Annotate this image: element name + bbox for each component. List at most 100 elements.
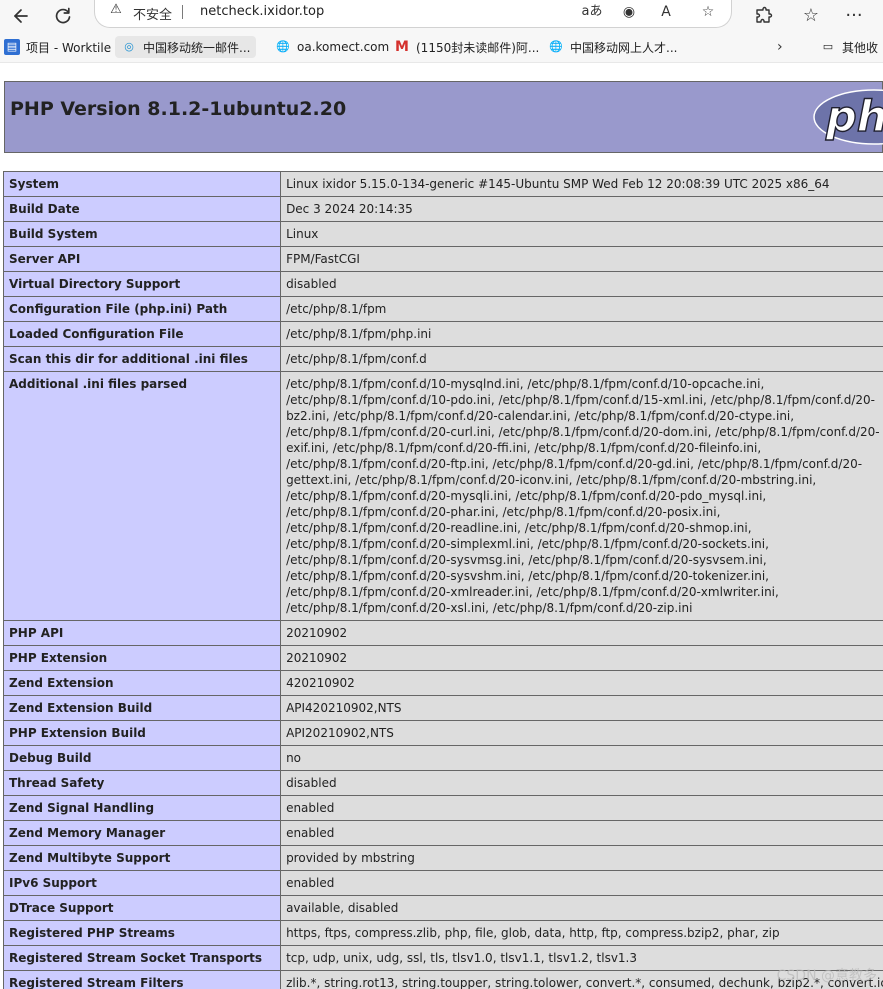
url-text[interactable]: netcheck.ixidor.top — [200, 4, 324, 19]
table-row: Zend Signal Handling enabled — [2, 795, 883, 821]
extension-icon[interactable]: ◉ — [618, 2, 640, 22]
row-value: enabled — [280, 795, 883, 821]
table-row: Build Date Dec 3 2024 20:14:35 — [2, 196, 883, 222]
china-mobile-icon: ◎ — [124, 40, 134, 53]
php-logo-icon[interactable]: php — [810, 88, 883, 146]
table-row: Registered PHP Streams https, ftps, compr… — [2, 920, 883, 946]
row-key: Build Date — [2, 196, 282, 222]
arrow-left-icon — [14, 9, 28, 23]
row-key: Zend Multibyte Support — [2, 845, 282, 871]
bookmark-label: 中国移动网上人才... — [570, 40, 678, 55]
row-value: Dec 3 2024 20:14:35 — [280, 196, 883, 222]
row-key: Loaded Configuration File — [2, 321, 282, 347]
row-key: Configuration File (php.ini) Path — [2, 296, 282, 322]
row-key: DTrace Support — [2, 895, 282, 921]
bookmark-oa-komect[interactable]: 🌐 oa.komect.com — [275, 36, 389, 58]
table-row: Additional .ini files parsed/etc/php/8.1… — [2, 371, 883, 621]
row-key: System — [2, 171, 282, 197]
table-row: Scan this dir for additional .ini files /… — [2, 346, 883, 372]
row-value: disabled — [280, 770, 883, 796]
table-row: Configuration File (php.ini) Path/etc/ph… — [2, 296, 883, 322]
insecure-label: 不安全 — [133, 8, 173, 23]
row-value: /etc/php/8.1/fpm/php.ini — [280, 321, 883, 347]
phpinfo-table: System Linux ixidor 5.15.0-134-generic #1… — [2, 171, 883, 989]
row-value: available, disabled — [280, 895, 883, 921]
bookmark-label: oa.komect.com — [297, 40, 390, 54]
bookmarks-overflow-button[interactable]: › — [777, 36, 783, 58]
table-row: PHP Extension Build API20210902,NTS — [2, 720, 883, 746]
bookmark-label: 其他收 — [842, 40, 879, 55]
row-value: Linux ixidor 5.15.0-134-generic #145-Ubu… — [280, 171, 883, 197]
row-value: https, ftps, compress.zlib, php, file, g… — [280, 920, 883, 946]
page-title: PHP Version 8.1.2-1ubuntu2.20 — [10, 98, 347, 120]
table-row: Zend Extension Build API420210902,NTS — [2, 695, 883, 721]
bookmark-talent-portal[interactable]: 🌐 中国移动网上人才... — [548, 36, 677, 58]
row-value: no — [280, 745, 883, 771]
table-row: PHP API 20210902 — [2, 620, 883, 646]
table-row: Build System Linux — [2, 221, 883, 247]
row-key: PHP Extension Build — [2, 720, 282, 746]
row-value: disabled — [280, 271, 883, 297]
watermark: CSDN @意教多 — [776, 968, 877, 984]
row-key: Scan this dir for additional .ini files — [2, 346, 282, 372]
bookmarks-bar: ▤ 项目 - Worktile ◎ 中国移动统一邮件... 🌐 oa.komec… — [0, 32, 883, 63]
row-key: Zend Extension — [2, 670, 282, 696]
favorite-icon[interactable]: ☆ — [697, 2, 719, 22]
refresh-icon — [55, 7, 71, 24]
menu-button[interactable]: ··· — [841, 3, 867, 29]
mail-icon: M — [395, 39, 409, 55]
address-bar[interactable]: ⚠ 不安全 netcheck.ixidor.top aあ ◉ A ☆ — [94, 0, 732, 28]
table-row: Server API FPM/FastCGI — [2, 246, 883, 272]
bookmark-label: (1150封未读邮件)阿... — [416, 40, 540, 55]
address-separator — [182, 5, 183, 19]
row-key: Server API — [2, 246, 282, 272]
browser-toolbar: ⚠ 不安全 netcheck.ixidor.top aあ ◉ A ☆ ☆ ··· — [0, 0, 883, 33]
folder-icon: ▭ — [822, 40, 834, 53]
row-value: provided by mbstring — [280, 845, 883, 871]
table-row: Debug Build no — [2, 745, 883, 771]
more-icon: ··· — [845, 5, 863, 26]
table-row: Registered Stream Socket Transports tcp, … — [2, 945, 883, 971]
globe-icon: 🌐 — [276, 40, 290, 53]
table-row: DTrace Support available, disabled — [2, 895, 883, 921]
worktile-icon: ▤ — [4, 39, 20, 55]
row-key: Registered Stream Filters — [2, 970, 282, 989]
table-row: Zend Extension 420210902 — [2, 670, 883, 696]
table-row: Zend Multibyte Support provided by mbstri… — [2, 845, 883, 871]
bookmark-aliyun-mail[interactable]: M (1150封未读邮件)阿... — [394, 36, 539, 58]
row-key: Registered Stream Socket Transports — [2, 945, 282, 971]
page-content: PHP Version 8.1.2-1ubuntu2.20 php System… — [0, 63, 883, 989]
row-key: Registered PHP Streams — [2, 920, 282, 946]
bookmark-china-mobile-mail[interactable]: ◎ 中国移动统一邮件... — [115, 36, 257, 58]
row-value: /etc/php/8.1/fpm/conf.d/10-mysqlnd.ini, … — [280, 371, 883, 621]
table-row: Virtual Directory Support disabled — [2, 271, 883, 297]
warning-icon: ⚠ — [110, 2, 122, 17]
row-key: IPv6 Support — [2, 870, 282, 896]
extensions-button[interactable] — [750, 3, 776, 29]
phpinfo-header: PHP Version 8.1.2-1ubuntu2.20 php — [4, 81, 883, 153]
row-value: Linux — [280, 221, 883, 247]
puzzle-icon — [756, 6, 773, 23]
row-key: PHP API — [2, 620, 282, 646]
table-row: System Linux ixidor 5.15.0-134-generic #1… — [2, 171, 883, 197]
table-row: PHP Extension 20210902 — [2, 645, 883, 671]
bookmark-label: 中国移动统一邮件... — [143, 40, 251, 55]
row-value: 420210902 — [280, 670, 883, 696]
collections-icon: ☆ — [802, 5, 820, 26]
bookmark-worktile[interactable]: ▤ 项目 - Worktile — [4, 36, 111, 58]
collections-button[interactable]: ☆ — [798, 3, 824, 29]
row-value: API420210902,NTS — [280, 695, 883, 721]
other-bookmarks[interactable]: ▭ 其他收 — [820, 36, 878, 58]
translate-icon[interactable]: aあ — [581, 2, 603, 22]
row-key: Additional .ini files parsed — [2, 371, 282, 621]
table-row: IPv6 Support enabled — [2, 870, 883, 896]
refresh-button[interactable] — [50, 3, 76, 29]
back-button[interactable] — [6, 3, 32, 29]
chevron-right-icon: › — [777, 39, 783, 55]
read-aloud-icon[interactable]: A — [655, 2, 677, 22]
row-key: Debug Build — [2, 745, 282, 771]
bookmark-label: 项目 - Worktile — [26, 40, 112, 55]
row-key: Zend Signal Handling — [2, 795, 282, 821]
table-row: Thread Safety disabled — [2, 770, 883, 796]
globe-icon: 🌐 — [549, 40, 563, 53]
